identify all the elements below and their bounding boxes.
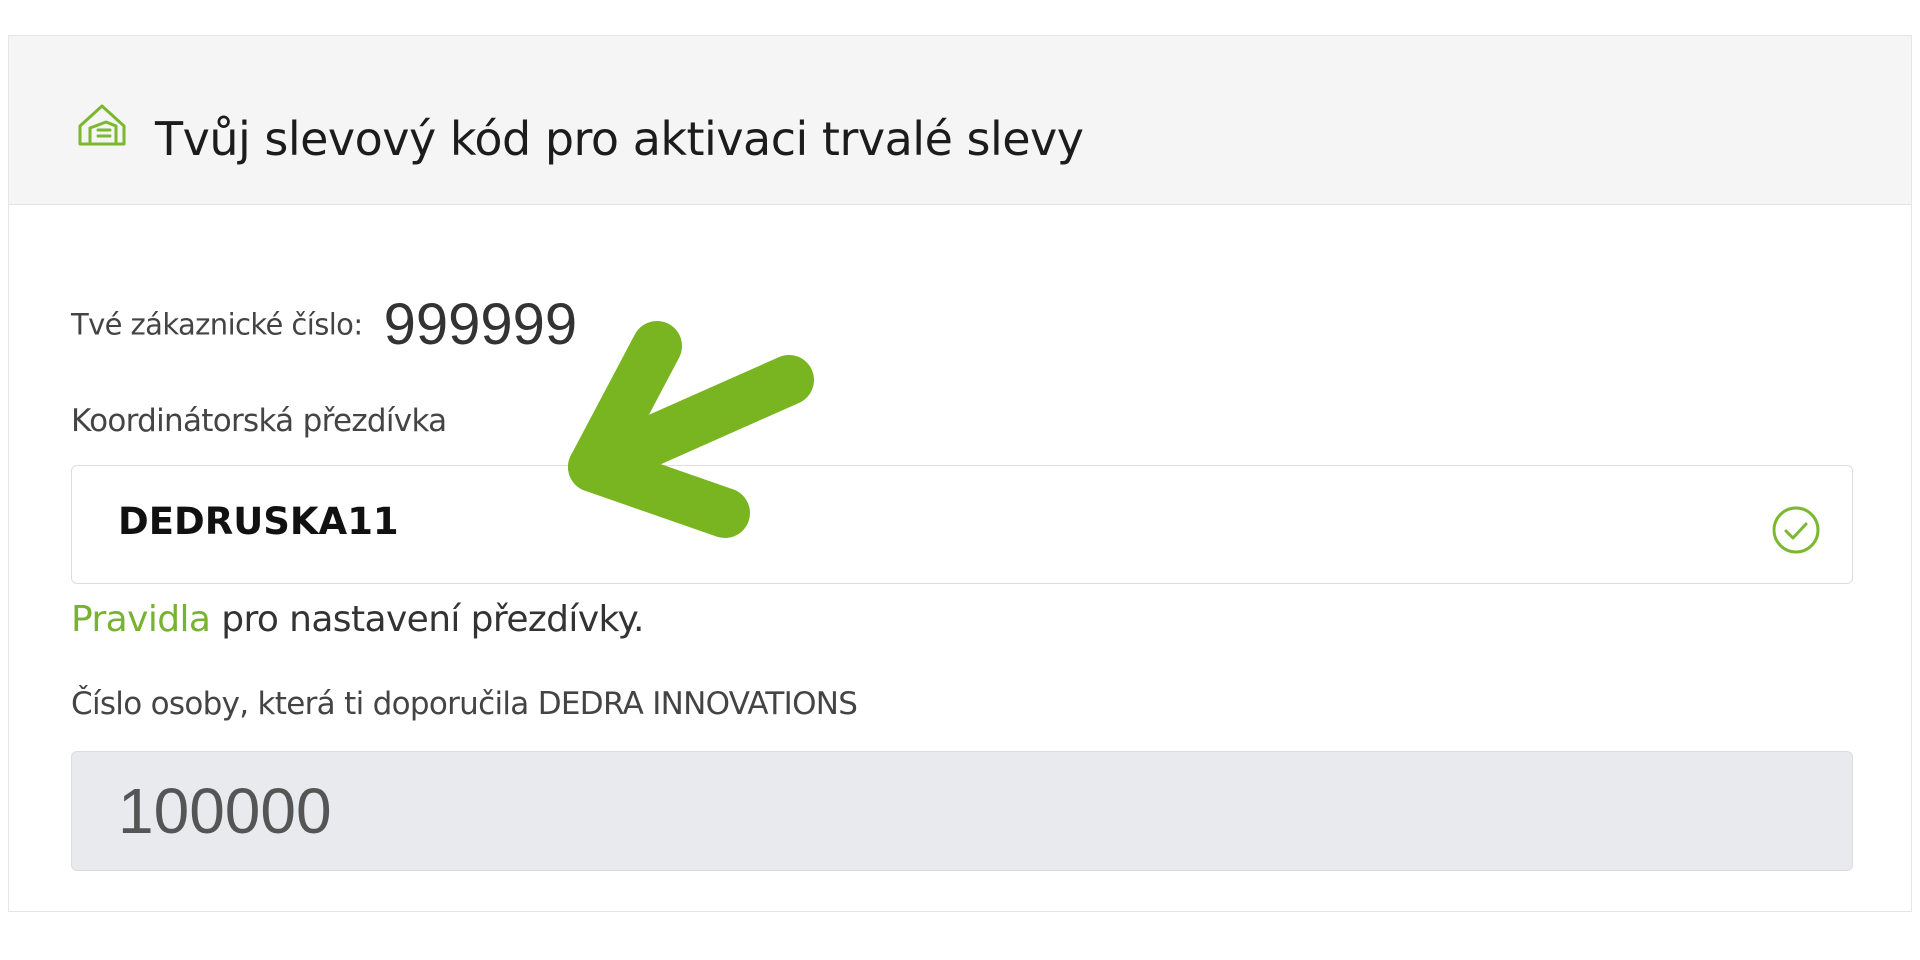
nickname-label: Koordinátorská přezdívka [71, 403, 447, 439]
nickname-input-value: DEDRUSKA11 [118, 500, 399, 543]
customer-number-row: Tvé zákaznické číslo: 999999 [71, 291, 577, 357]
referrer-number-value: 100000 [118, 775, 332, 847]
nickname-rules-hint: Pravidla pro nastavení přezdívky. [71, 599, 645, 640]
customer-number-value: 999999 [383, 292, 578, 357]
rules-link[interactable]: Pravidla [71, 599, 211, 640]
referrer-number-input[interactable]: 100000 [71, 751, 1853, 871]
card-header: Tvůj slevový kód pro aktivaci trvalé sle… [9, 36, 1911, 205]
referrer-label: Číslo osoby, která ti doporučila DEDRA I… [71, 686, 858, 722]
rules-text: pro nastavení přezdívky. [210, 599, 644, 640]
check-circle-icon [1770, 504, 1822, 556]
nickname-input[interactable]: DEDRUSKA11 [71, 465, 1853, 584]
discount-code-card: Tvůj slevový kód pro aktivaci trvalé sle… [8, 35, 1912, 912]
house-hand-icon [76, 98, 128, 150]
card-title: Tvůj slevový kód pro aktivaci trvalé sle… [155, 112, 1084, 166]
customer-number-label: Tvé zákaznické číslo: [71, 307, 363, 342]
